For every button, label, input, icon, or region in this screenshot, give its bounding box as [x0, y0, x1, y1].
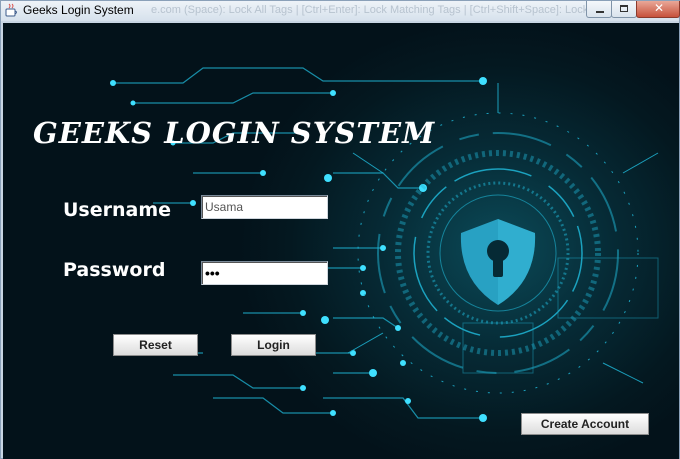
username-label: Username [63, 199, 172, 221]
password-field[interactable] [201, 261, 328, 285]
background-title-text: e.com (Space): Lock All Tags | [Ctrl+Ent… [151, 4, 589, 16]
close-button[interactable]: ✕ [636, 1, 680, 18]
password-label: Password [63, 259, 166, 281]
login-button[interactable]: Login [231, 334, 316, 356]
app-window: Geeks Login System e.com (Space): Lock A… [0, 0, 680, 459]
close-icon: ✕ [654, 1, 665, 15]
java-cup-icon [5, 3, 17, 17]
page-title: GEEKS LOGIN SYSTEM [33, 116, 436, 150]
minimize-icon [596, 11, 604, 13]
title-bar[interactable]: Geeks Login System e.com (Space): Lock A… [1, 1, 680, 21]
minimize-button[interactable] [586, 1, 612, 18]
maximize-button[interactable] [611, 1, 637, 18]
shield-keyhole-icon [460, 219, 536, 305]
circuit-background [110, 67, 659, 422]
username-field[interactable] [201, 195, 328, 219]
login-panel: GEEKS LOGIN SYSTEM Username Password Res… [3, 23, 679, 459]
maximize-icon [620, 5, 628, 12]
reset-button[interactable]: Reset [113, 334, 198, 356]
window-title: Geeks Login System [23, 3, 134, 17]
create-account-button[interactable]: Create Account [521, 413, 649, 435]
